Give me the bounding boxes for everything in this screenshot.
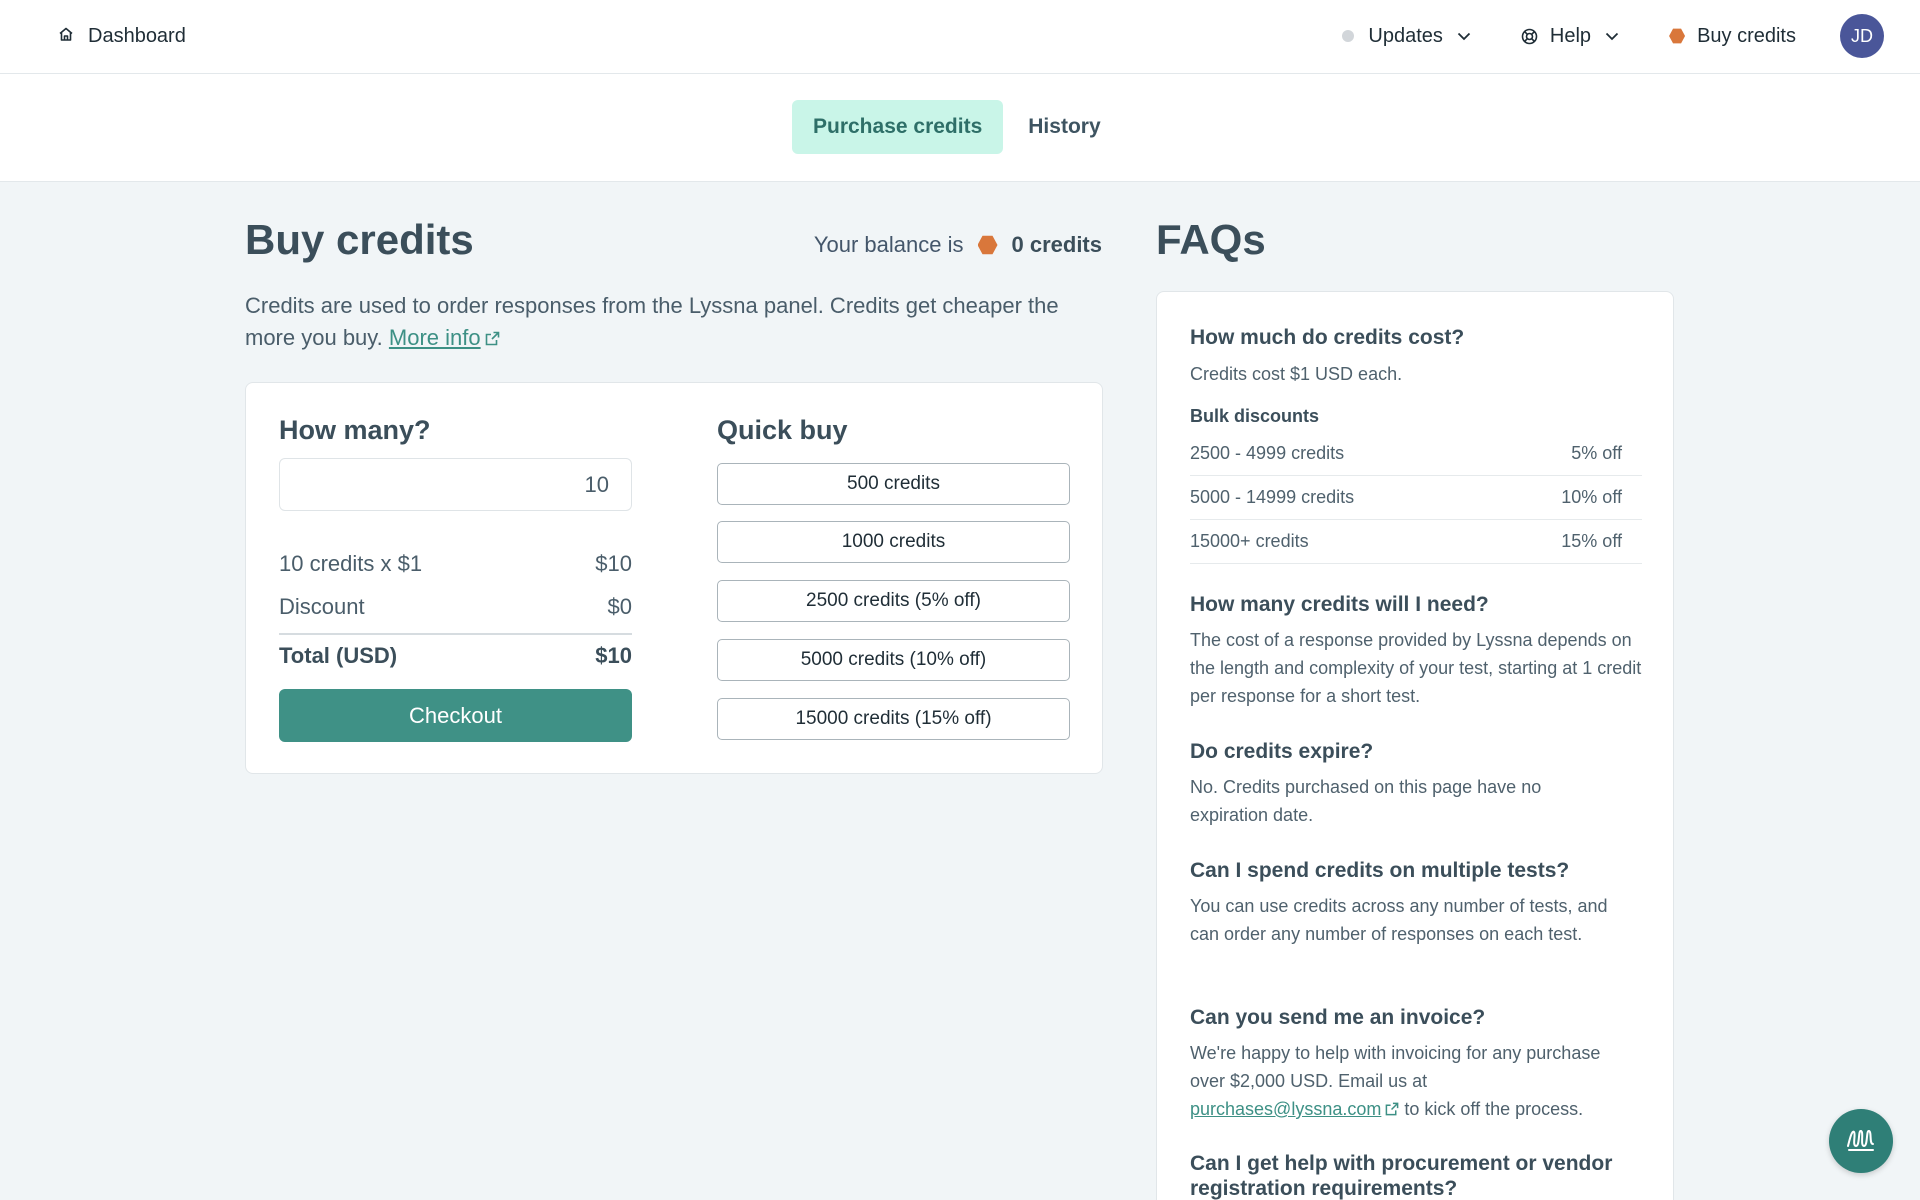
intro-text: Credits are used to order responses from… bbox=[245, 290, 1105, 355]
home-icon bbox=[58, 25, 74, 48]
intro-description: Credits are used to order responses from… bbox=[245, 293, 1059, 350]
dashboard-link[interactable]: Dashboard bbox=[58, 22, 186, 50]
how-many-heading: How many? bbox=[279, 415, 431, 445]
quick-buy-15000-button[interactable]: 15000 credits (15% off) bbox=[717, 698, 1070, 740]
user-avatar[interactable]: JD bbox=[1840, 14, 1884, 58]
more-info-link[interactable]: More info bbox=[389, 325, 481, 350]
discount-tier-value: 15% off bbox=[1561, 531, 1622, 551]
line-item-row: 10 credits x $1 $10 bbox=[279, 551, 632, 577]
discount-tier-range: 2500 - 4999 credits bbox=[1190, 443, 1345, 463]
more-info-label: More info bbox=[388, 325, 481, 350]
dashboard-label: Dashboard bbox=[88, 24, 186, 47]
line-item-value: $10 bbox=[595, 551, 632, 576]
page-title: Buy credits bbox=[245, 216, 474, 263]
buy-credits-label: Buy credits bbox=[1697, 24, 1796, 47]
credit-coin-icon bbox=[1669, 28, 1686, 44]
top-navigation: Dashboard Updates Help Buy credits JD bbox=[0, 0, 1920, 74]
email-label: purchases@lyssna.com bbox=[1190, 1099, 1382, 1119]
discount-value: $0 bbox=[607, 594, 632, 619]
updates-label: Updates bbox=[1368, 24, 1443, 47]
purchase-card: How many? 10 credits x $1 $10 Discount $… bbox=[245, 382, 1103, 774]
discount-tier-row: 2500 - 4999 credits 5% off bbox=[1190, 432, 1642, 476]
discount-tier-range: 5000 - 14999 credits bbox=[1190, 487, 1355, 507]
total-divider bbox=[279, 633, 632, 635]
quantity-input[interactable] bbox=[279, 458, 632, 511]
total-value: $10 bbox=[595, 643, 632, 668]
credit-coin-icon bbox=[977, 235, 998, 255]
discount-tier-row: 15000+ credits 15% off bbox=[1190, 520, 1642, 564]
external-link-icon bbox=[1385, 1096, 1399, 1124]
nav-right-group: Updates Help Buy credits JD bbox=[1342, 14, 1884, 58]
faq-answer: The cost of a response provided by Lyssn… bbox=[1190, 630, 1642, 706]
invoice-answer-end: to kick off the process. bbox=[1404, 1099, 1584, 1119]
faq-answer: You can use credits across any number of… bbox=[1190, 896, 1608, 944]
invoice-answer-text: We're happy to help with invoicing for a… bbox=[1190, 1043, 1601, 1091]
discount-label: Discount bbox=[279, 594, 365, 619]
total-label: Total (USD) bbox=[279, 643, 398, 668]
line-item-label: 10 credits x $1 bbox=[279, 551, 423, 576]
total-row: Total (USD) $10 bbox=[279, 643, 632, 669]
faq-question: Do credits expire? bbox=[1190, 740, 1374, 763]
external-link-icon bbox=[485, 323, 500, 355]
faq-question: How many credits will I need? bbox=[1190, 593, 1489, 616]
buy-credits-link[interactable]: Buy credits bbox=[1669, 25, 1796, 48]
faq-heading: FAQs bbox=[1156, 216, 1266, 263]
discount-row: Discount $0 bbox=[279, 594, 632, 620]
quick-buy-2500-button[interactable]: 2500 credits (5% off) bbox=[717, 580, 1070, 622]
faq-card: How much do credits cost? Credits cost $… bbox=[1156, 291, 1674, 1200]
faq-question: Can you send me an invoice? bbox=[1190, 1006, 1486, 1029]
balance-display: Your balance is 0 credits bbox=[814, 232, 1102, 258]
faq-question: Can I get help with procurement or vendo… bbox=[1190, 1152, 1613, 1200]
updates-status-dot bbox=[1342, 30, 1355, 42]
bulk-discounts-heading: Bulk discounts bbox=[1190, 406, 1320, 426]
quick-buy-500-button[interactable]: 500 credits bbox=[717, 463, 1070, 505]
quick-buy-heading: Quick buy bbox=[717, 415, 848, 445]
discount-tier-value: 5% off bbox=[1571, 443, 1622, 463]
updates-menu[interactable]: Updates bbox=[1342, 25, 1471, 48]
lifebuoy-icon bbox=[1521, 28, 1538, 45]
credit-tabs: Purchase credits History bbox=[792, 100, 1122, 154]
checkout-button[interactable]: Checkout bbox=[279, 689, 632, 742]
purchases-email-link[interactable]: purchases@lyssna.com bbox=[1190, 1099, 1381, 1119]
balance-value: 0 credits bbox=[1011, 232, 1103, 257]
quick-buy-1000-button[interactable]: 1000 credits bbox=[717, 521, 1070, 563]
discount-tier-row: 5000 - 14999 credits 10% off bbox=[1190, 476, 1642, 520]
chat-widget-button[interactable] bbox=[1829, 1109, 1893, 1173]
faq-question: How much do credits cost? bbox=[1190, 326, 1465, 349]
help-menu[interactable]: Help bbox=[1521, 25, 1619, 48]
chevron-down-icon bbox=[1605, 32, 1619, 41]
quick-buy-5000-button[interactable]: 5000 credits (10% off) bbox=[717, 639, 1070, 681]
faq-question: Can I spend credits on multiple tests? bbox=[1190, 859, 1570, 882]
faq-answer: We're happy to help with invoicing for a… bbox=[1190, 1039, 1610, 1124]
balance-prefix: Your balance is bbox=[813, 232, 964, 257]
tab-history[interactable]: History bbox=[1007, 100, 1121, 154]
discount-tier-range: 15000+ credits bbox=[1190, 531, 1309, 551]
faq-answer: Credits cost $1 USD each. bbox=[1190, 364, 1403, 384]
discount-tier-value: 10% off bbox=[1561, 487, 1622, 507]
faq-answer: No. Credits purchased on this page have … bbox=[1190, 777, 1542, 825]
tab-purchase-credits[interactable]: Purchase credits bbox=[792, 100, 1004, 154]
chat-icon bbox=[1844, 1122, 1878, 1161]
help-label: Help bbox=[1549, 24, 1592, 47]
avatar-initials: JD bbox=[1851, 25, 1873, 46]
tab-bar: Purchase credits History bbox=[0, 74, 1920, 182]
chevron-down-icon bbox=[1457, 32, 1471, 41]
